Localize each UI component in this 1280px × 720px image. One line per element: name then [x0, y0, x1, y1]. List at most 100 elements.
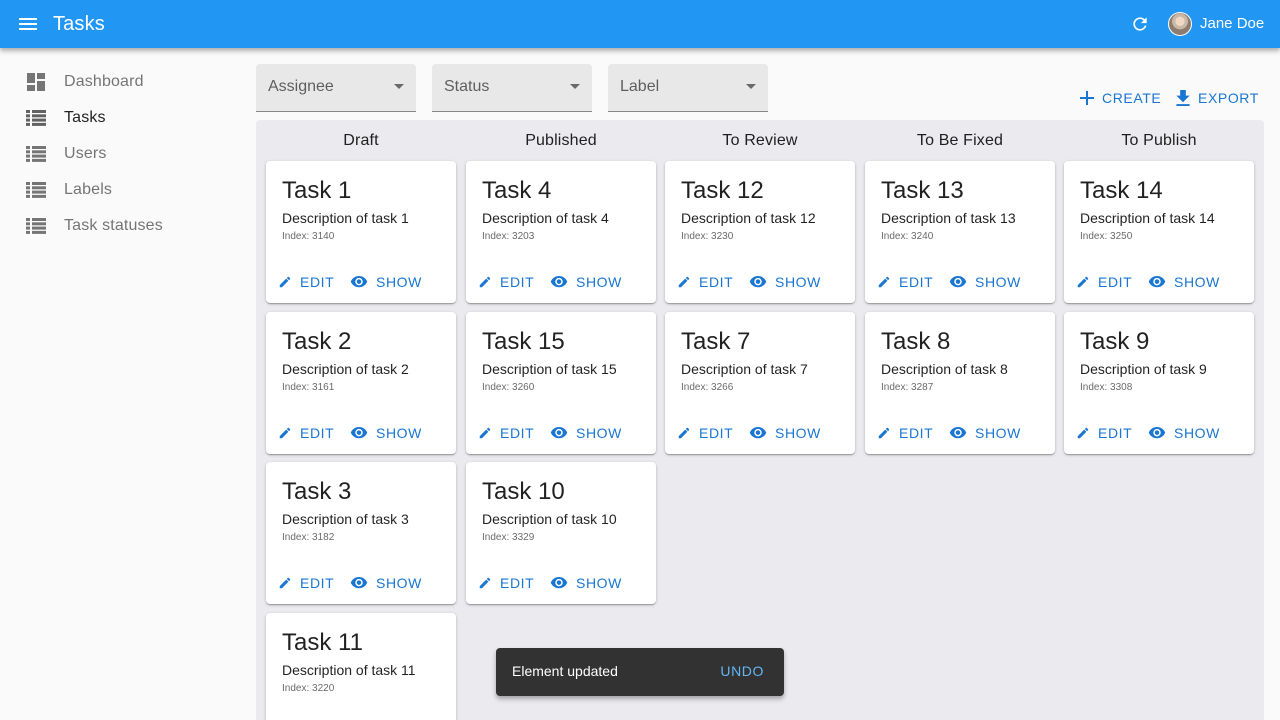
refresh-button[interactable]	[1128, 12, 1152, 36]
edit-button[interactable]: EDIT	[1076, 271, 1132, 293]
sidebar-item-label: Dashboard	[64, 73, 144, 90]
task-title: Task 11	[282, 629, 363, 656]
sidebar-item-label: Users	[64, 145, 107, 162]
undo-button[interactable]: UNDO	[720, 663, 764, 679]
edit-button-label: EDIT	[500, 274, 535, 290]
sidebar-item-labels[interactable]: Labels	[8, 172, 256, 208]
show-button[interactable]: SHOW	[1148, 422, 1220, 444]
task-description: Description of task 10	[482, 511, 617, 527]
snackbar: Element updated UNDO	[496, 648, 784, 696]
edit-icon	[1076, 426, 1090, 440]
sidebar-item-task-statuses[interactable]: Task statuses	[8, 208, 256, 244]
status-filter-select[interactable]: Status	[432, 64, 592, 112]
edit-button[interactable]: EDIT	[877, 271, 933, 293]
add-icon	[1080, 91, 1094, 105]
column-title-draft: Draft	[343, 132, 379, 149]
task-index: Index: 3287	[881, 382, 934, 393]
show-button[interactable]: SHOW	[749, 271, 821, 293]
task-title: Task 3	[282, 478, 352, 505]
show-button-label: SHOW	[576, 575, 622, 591]
task-title: Task 13	[881, 177, 964, 204]
task-index: Index: 3329	[482, 532, 535, 543]
task-card: Task 8 Description of task 8 Index: 3287 ED…	[865, 312, 1055, 454]
snackbar-message: Element updated	[512, 663, 618, 679]
list-icon	[26, 109, 46, 127]
user-menu-button[interactable]: Jane Doe	[1168, 11, 1264, 37]
dropdown-arrow-icon	[394, 84, 404, 89]
task-card: Task 13 Description of task 13 Index: 3240…	[865, 161, 1055, 303]
edit-button[interactable]: EDIT	[278, 271, 334, 293]
show-button[interactable]: SHOW	[350, 271, 422, 293]
show-button[interactable]: SHOW	[550, 271, 622, 293]
edit-icon	[478, 426, 492, 440]
task-card: Task 15 Description of task 15 Index: 3260…	[466, 312, 656, 454]
task-description: Description of task 15	[482, 361, 617, 377]
show-button[interactable]: SHOW	[749, 422, 821, 444]
task-title: Task 4	[482, 177, 552, 204]
dropdown-arrow-icon	[570, 84, 580, 89]
edit-button[interactable]: EDIT	[278, 572, 334, 594]
task-title: Task 12	[681, 177, 764, 204]
edit-button[interactable]: EDIT	[278, 422, 334, 444]
edit-button[interactable]: EDIT	[677, 271, 733, 293]
task-index: Index: 3161	[282, 382, 335, 393]
label-filter-select[interactable]: Label	[608, 64, 768, 112]
task-description: Description of task 9	[1080, 361, 1207, 377]
edit-button[interactable]: EDIT	[677, 422, 733, 444]
eye-icon	[350, 577, 368, 589]
edit-button[interactable]: EDIT	[478, 422, 534, 444]
menu-button[interactable]	[16, 12, 40, 36]
task-index: Index: 3203	[482, 231, 535, 242]
task-card: Task 3 Description of task 3 Index: 3182 ED…	[266, 462, 456, 604]
sidebar-item-label: Task statuses	[64, 217, 163, 234]
export-button[interactable]: EXPORT	[1176, 86, 1259, 110]
task-description: Description of task 3	[282, 511, 409, 527]
eye-icon	[550, 276, 568, 288]
edit-icon	[1076, 275, 1090, 289]
task-description: Description of task 2	[282, 361, 409, 377]
show-button[interactable]: SHOW	[949, 271, 1021, 293]
edit-button-label: EDIT	[300, 575, 335, 591]
export-button-label: EXPORT	[1198, 90, 1259, 106]
list-icon	[26, 145, 46, 163]
show-button[interactable]: SHOW	[350, 422, 422, 444]
show-button[interactable]: SHOW	[1148, 271, 1220, 293]
edit-button-label: EDIT	[699, 274, 734, 290]
sidebar-item-users[interactable]: Users	[8, 136, 256, 172]
edit-button[interactable]: EDIT	[1076, 422, 1132, 444]
edit-icon	[677, 275, 691, 289]
task-index: Index: 3230	[681, 231, 734, 242]
task-index: Index: 3220	[282, 683, 335, 694]
task-card: Task 14 Description of task 14 Index: 3250…	[1064, 161, 1254, 303]
sidebar-item-dashboard[interactable]: Dashboard	[8, 64, 256, 100]
task-index: Index: 3182	[282, 532, 335, 543]
sidebar-item-label: Tasks	[64, 109, 106, 126]
task-card: Task 7 Description of task 7 Index: 3266 ED…	[665, 312, 855, 454]
eye-icon	[550, 427, 568, 439]
dashboard-icon	[26, 73, 46, 91]
task-title: Task 9	[1080, 328, 1150, 355]
show-button-label: SHOW	[376, 425, 422, 441]
filter-label: Status	[444, 78, 490, 95]
sidebar-item-tasks[interactable]: Tasks	[8, 100, 256, 136]
edit-button[interactable]: EDIT	[877, 422, 933, 444]
assignee-filter-select[interactable]: Assignee	[256, 64, 416, 112]
task-title: Task 2	[282, 328, 352, 355]
show-button[interactable]: SHOW	[550, 422, 622, 444]
show-button[interactable]: SHOW	[550, 572, 622, 594]
task-index: Index: 3260	[482, 382, 535, 393]
task-description: Description of task 8	[881, 361, 1008, 377]
show-button[interactable]: SHOW	[350, 572, 422, 594]
show-button-label: SHOW	[775, 425, 821, 441]
edit-button-label: EDIT	[300, 274, 335, 290]
task-index: Index: 3308	[1080, 382, 1133, 393]
show-button[interactable]: SHOW	[949, 422, 1021, 444]
edit-button-label: EDIT	[300, 425, 335, 441]
edit-button[interactable]: EDIT	[478, 271, 534, 293]
edit-icon	[877, 275, 891, 289]
create-button-label: CREATE	[1102, 90, 1162, 106]
task-description: Description of task 11	[282, 662, 416, 678]
edit-button[interactable]: EDIT	[478, 572, 534, 594]
refresh-icon	[1133, 17, 1147, 31]
create-button[interactable]: CREATE	[1080, 86, 1161, 110]
